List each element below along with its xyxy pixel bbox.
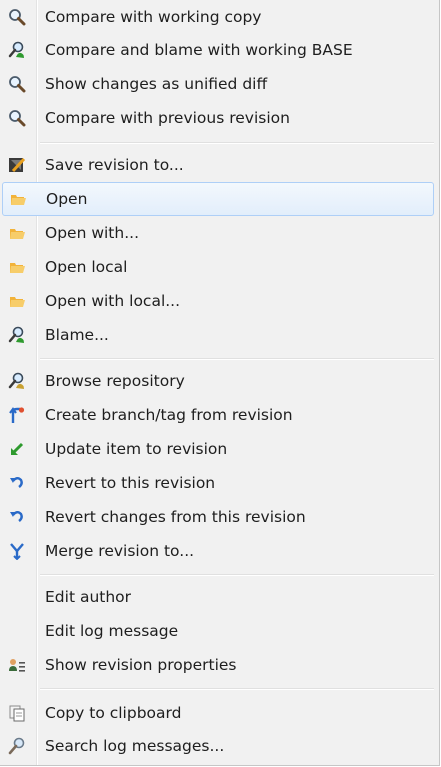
- menu-item-browse-repository[interactable]: Browse repository: [0, 364, 437, 398]
- menu-separator: [40, 688, 434, 690]
- menu-item-label: Compare and blame with working BASE: [45, 41, 353, 59]
- menu-item-label: Save revision to...: [45, 156, 184, 174]
- menu-item-label: Revert changes from this revision: [45, 508, 306, 526]
- menu-item-label: Create branch/tag from revision: [45, 406, 293, 424]
- menu-item-label: Show revision properties: [45, 656, 237, 674]
- menu-item-update-to-revision[interactable]: Update item to revision: [0, 432, 437, 466]
- menu-item-show-revision-properties[interactable]: Show revision properties: [0, 648, 437, 682]
- menu-item-label: Open with local...: [45, 292, 181, 310]
- magnifier-icon: [9, 110, 26, 127]
- menu-item-label: Search log messages...: [45, 737, 225, 755]
- menu-item-open-local[interactable]: Open local: [0, 250, 437, 284]
- open-icon: [11, 195, 26, 205]
- menu-separator: [40, 142, 434, 144]
- menu-item-label: Open local: [45, 258, 128, 276]
- menu-item-search-log-messages[interactable]: Search log messages...: [0, 729, 437, 763]
- menu-item-save-revision-to[interactable]: Save revision to...: [0, 148, 437, 182]
- menu-item-compare-with-working-copy[interactable]: Compare with working copy: [0, 0, 437, 34]
- menu-item-edit-log-message[interactable]: Edit log message: [0, 614, 437, 648]
- magnifier-icon: [9, 9, 26, 26]
- blame-icon: [8, 41, 24, 58]
- blame-icon: [8, 326, 24, 343]
- revert-icon: [10, 511, 23, 522]
- menu-item-create-branch-tag[interactable]: Create branch/tag from revision: [0, 398, 437, 432]
- menu-separator: [40, 574, 434, 576]
- context-menu: Compare with working copy Compare and bl…: [0, 0, 440, 766]
- menu-item-merge-revision-to[interactable]: Merge revision to...: [0, 534, 437, 568]
- menu-item-compare-previous-revision[interactable]: Compare with previous revision: [0, 101, 437, 135]
- menu-item-label: Merge revision to...: [45, 542, 195, 560]
- menu-item-label: Edit author: [45, 588, 132, 606]
- menu-separator: [40, 358, 434, 360]
- menu-item-label: Open with...: [45, 224, 139, 242]
- clipboard-icon: [9, 705, 25, 722]
- save-icon: [9, 157, 26, 173]
- menu-item-show-unified-diff[interactable]: Show changes as unified diff: [0, 67, 437, 101]
- menu-item-open[interactable]: Open: [2, 182, 434, 216]
- revert-icon: [10, 477, 23, 488]
- menu-item-revert-changes[interactable]: Revert changes from this revision: [0, 500, 437, 534]
- menu-item-open-with-local[interactable]: Open with local...: [0, 284, 437, 318]
- menu-item-compare-and-blame[interactable]: Compare and blame with working BASE: [0, 33, 437, 67]
- menu-item-label: Revert to this revision: [45, 474, 216, 492]
- magnifier-icon: [9, 76, 26, 93]
- browse-icon: [8, 372, 24, 389]
- menu-item-blame[interactable]: Blame...: [0, 318, 437, 352]
- menu-item-copy-to-clipboard[interactable]: Copy to clipboard: [0, 696, 437, 730]
- properties-icon: [9, 659, 25, 672]
- menu-item-revert-to-revision[interactable]: Revert to this revision: [0, 466, 437, 500]
- search-icon: [8, 737, 25, 755]
- menu-item-label: Edit log message: [45, 622, 179, 640]
- menu-item-edit-author[interactable]: Edit author: [0, 580, 437, 614]
- menu-item-label: Copy to clipboard: [45, 704, 182, 722]
- menu-item-label: Update item to revision: [45, 440, 228, 458]
- menu-item-label: Show changes as unified diff: [45, 75, 268, 93]
- open-icon: [10, 263, 25, 273]
- menu-item-label: Browse repository: [45, 372, 185, 390]
- merge-icon: [10, 543, 24, 560]
- open-icon: [10, 229, 25, 239]
- menu-item-open-with[interactable]: Open with...: [0, 216, 437, 250]
- open-icon: [10, 297, 25, 307]
- menu-item-label: Blame...: [45, 326, 109, 344]
- branch-icon: [9, 407, 25, 423]
- menu-item-label: Compare with working copy: [45, 8, 262, 26]
- menu-item-label: Compare with previous revision: [45, 109, 290, 127]
- update-icon: [10, 442, 24, 456]
- menu-item-label: Open: [46, 190, 88, 208]
